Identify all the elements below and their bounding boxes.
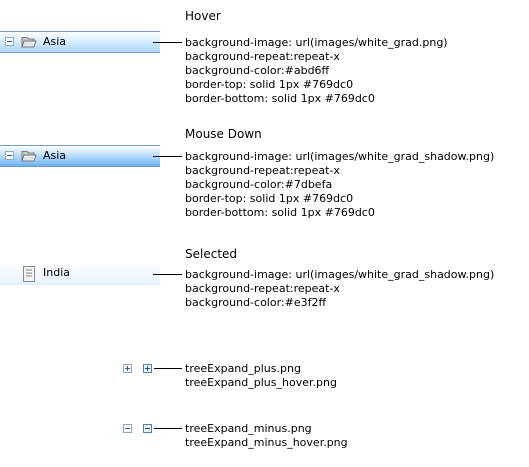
- style-line: background-repeat:repeat-x: [185, 164, 340, 177]
- collapse-minus-icon[interactable]: [123, 424, 132, 433]
- style-line: border-bottom: solid 1px #769dc0: [185, 92, 375, 105]
- style-line: background-color:#7dbefa: [185, 178, 333, 191]
- tree-node-label: Asia: [43, 149, 67, 162]
- tree-node-mouse-down[interactable]: Asia: [0, 145, 160, 167]
- filename: treeExpand_minus_hover.png: [185, 436, 348, 449]
- style-line: background-repeat:repeat-x: [185, 282, 340, 295]
- style-line: background-image: url(images/white_grad.…: [185, 36, 448, 49]
- filename: treeExpand_minus.png: [185, 422, 312, 435]
- expand-plus-hover-icon[interactable]: [143, 364, 152, 373]
- style-line: background-color:#abd6ff: [185, 64, 330, 77]
- minus-icon-filenames: treeExpand_minus.png treeExpand_minus_ho…: [185, 422, 348, 450]
- style-line: border-top: solid 1px #769dc0: [185, 78, 354, 91]
- selected-heading: Selected: [185, 247, 238, 261]
- leader-line: [154, 428, 182, 429]
- open-folder-icon: [21, 151, 37, 162]
- leader-line: [153, 274, 182, 275]
- style-line: border-bottom: solid 1px #769dc0: [185, 206, 375, 219]
- filename: treeExpand_plus.png: [185, 362, 301, 375]
- tree-node-hover[interactable]: Asia: [0, 31, 160, 53]
- style-line: border-top: solid 1px #769dc0: [185, 192, 354, 205]
- hover-style-list: background-image: url(images/white_grad.…: [185, 36, 448, 106]
- leader-line: [153, 42, 182, 43]
- mouse-down-heading: Mouse Down: [185, 127, 262, 141]
- hover-heading: Hover: [185, 9, 221, 23]
- tree-node-label: India: [43, 266, 70, 279]
- filename: treeExpand_plus_hover.png: [185, 376, 337, 389]
- tree-node-selected[interactable]: India: [0, 263, 160, 285]
- leader-line: [153, 156, 182, 157]
- page-icon: [23, 266, 35, 282]
- plus-icon-filenames: treeExpand_plus.png treeExpand_plus_hove…: [185, 362, 337, 390]
- style-line: background-image: url(images/white_grad_…: [185, 268, 495, 281]
- collapse-minus-icon[interactable]: [5, 37, 14, 46]
- style-line: background-image: url(images/white_grad_…: [185, 150, 495, 163]
- style-line: background-color:#e3f2ff: [185, 296, 327, 309]
- collapse-minus-hover-icon[interactable]: [143, 424, 152, 433]
- collapse-minus-icon[interactable]: [5, 151, 14, 160]
- open-folder-icon: [21, 37, 37, 48]
- tree-node-label: Asia: [43, 35, 67, 48]
- selected-style-list: background-image: url(images/white_grad_…: [185, 268, 494, 310]
- expand-plus-icon[interactable]: [123, 364, 132, 373]
- style-line: background-repeat:repeat-x: [185, 50, 340, 63]
- leader-line: [154, 368, 182, 369]
- mouse-down-style-list: background-image: url(images/white_grad_…: [185, 150, 494, 220]
